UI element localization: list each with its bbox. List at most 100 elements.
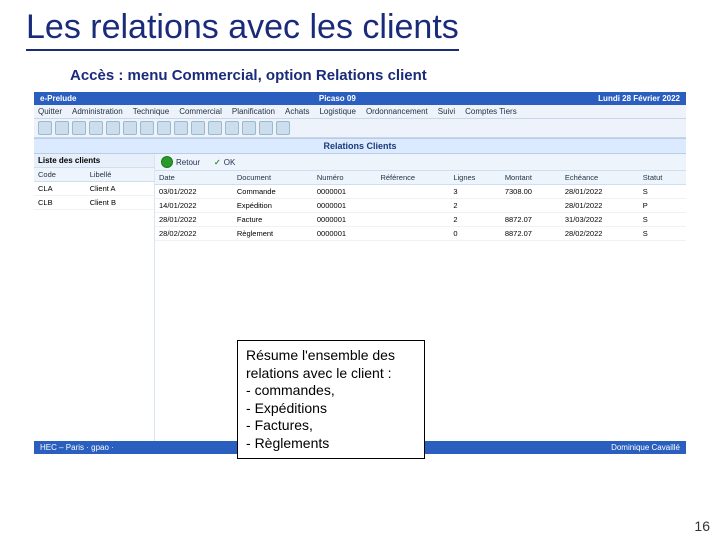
toolbar-icon[interactable] [106, 121, 120, 135]
cell: 28/02/2022 [561, 227, 639, 241]
cell: 2 [449, 199, 500, 213]
footer-left: HEC – Paris · gpao · [40, 443, 114, 452]
toolbar-icon[interactable] [55, 121, 69, 135]
toolbar-icon[interactable] [140, 121, 154, 135]
retour-button[interactable]: Retour [161, 156, 200, 168]
slide-title: Les relations avec les clients [26, 8, 459, 51]
toolbar-icon[interactable] [276, 121, 290, 135]
cell: 03/01/2022 [155, 185, 233, 199]
left-pane-title: Liste des clients [34, 154, 154, 168]
left-pane: Liste des clients Code Libellé CLA Clien… [34, 154, 155, 441]
cell: S [639, 185, 686, 199]
cell: Client B [86, 196, 154, 210]
app-date: Lundi 28 Février 2022 [598, 94, 680, 103]
table-row[interactable]: 28/01/2022 Facture 0000001 2 8872.07 31/… [155, 213, 686, 227]
relations-table: Date Document Numéro Référence Lignes Mo… [155, 171, 686, 241]
back-icon [161, 156, 173, 168]
col-header[interactable]: Statut [639, 171, 686, 185]
cell: 28/02/2022 [155, 227, 233, 241]
cell: 7308.00 [501, 185, 561, 199]
callout-bullet: - commandes, [246, 382, 416, 400]
menu-item[interactable]: Achats [285, 107, 309, 116]
cell: 28/01/2022 [561, 199, 639, 213]
table-row[interactable]: CLA Client A [34, 182, 154, 196]
cell: 8872.07 [501, 227, 561, 241]
toolbar-icon[interactable] [242, 121, 256, 135]
cell [501, 199, 561, 213]
toolbar-icon[interactable] [225, 121, 239, 135]
menu-item[interactable]: Planification [232, 107, 275, 116]
cell [376, 227, 449, 241]
app-brand: e-Prelude [40, 94, 76, 103]
callout-intro: Résume l'ensemble des relations avec le … [246, 347, 416, 382]
col-header[interactable]: Echéance [561, 171, 639, 185]
menu-item[interactable]: Comptes Tiers [465, 107, 517, 116]
cell: 8872.07 [501, 213, 561, 227]
toolbar-icon[interactable] [38, 121, 52, 135]
cell: Expédition [233, 199, 313, 213]
toolbar-icon[interactable] [174, 121, 188, 135]
table-row[interactable]: 03/01/2022 Commande 0000001 3 7308.00 28… [155, 185, 686, 199]
toolbar [34, 119, 686, 138]
cell: 3 [449, 185, 500, 199]
page-number: 16 [694, 518, 710, 534]
col-header[interactable]: Date [155, 171, 233, 185]
cell: Commande [233, 185, 313, 199]
col-header[interactable]: Code [34, 168, 86, 182]
callout-bullet: - Expéditions [246, 400, 416, 418]
cell [376, 185, 449, 199]
cell: 2 [449, 213, 500, 227]
callout-box: Résume l'ensemble des relations avec le … [237, 340, 425, 459]
ok-button[interactable]: ✓ OK [214, 158, 235, 167]
section-title: Relations Clients [34, 138, 686, 154]
cell: Facture [233, 213, 313, 227]
col-header[interactable]: Document [233, 171, 313, 185]
menu-item[interactable]: Quitter [38, 107, 62, 116]
col-header[interactable]: Libellé [86, 168, 154, 182]
col-header[interactable]: Référence [376, 171, 449, 185]
menu-item[interactable]: Commercial [179, 107, 222, 116]
cell: Règlement [233, 227, 313, 241]
cell: 28/01/2022 [155, 213, 233, 227]
table-row[interactable]: 28/02/2022 Règlement 0000001 0 8872.07 2… [155, 227, 686, 241]
toolbar-icon[interactable] [157, 121, 171, 135]
table-row[interactable]: CLB Client B [34, 196, 154, 210]
col-header[interactable]: Numéro [313, 171, 377, 185]
slide-subtitle: Accès : menu Commercial, option Relation… [70, 67, 720, 84]
cell: P [639, 199, 686, 213]
cell: Client A [86, 182, 154, 196]
toolbar-icon[interactable] [208, 121, 222, 135]
menu-item[interactable]: Technique [133, 107, 169, 116]
cell: S [639, 213, 686, 227]
toolbar-icon[interactable] [123, 121, 137, 135]
table-row[interactable]: 14/01/2022 Expédition 0000001 2 28/01/20… [155, 199, 686, 213]
toolbar-icon[interactable] [89, 121, 103, 135]
cell: 0000001 [313, 227, 377, 241]
clients-table: Code Libellé CLA Client A CLB Client B [34, 168, 154, 210]
cell: 0 [449, 227, 500, 241]
ok-label: OK [224, 158, 236, 167]
col-header[interactable]: Lignes [449, 171, 500, 185]
menu-item[interactable]: Ordonnancement [366, 107, 428, 116]
toolbar-icon[interactable] [259, 121, 273, 135]
menu-item[interactable]: Logistique [319, 107, 355, 116]
app-db: Picaso 09 [319, 94, 356, 103]
cell: 0000001 [313, 213, 377, 227]
callout-bullet: - Factures, [246, 417, 416, 435]
menu-item[interactable]: Administration [72, 107, 123, 116]
cell: S [639, 227, 686, 241]
cell: 0000001 [313, 199, 377, 213]
cell: 31/03/2022 [561, 213, 639, 227]
col-header[interactable]: Montant [501, 171, 561, 185]
cell [376, 213, 449, 227]
app-menu: Quitter Administration Technique Commerc… [34, 105, 686, 119]
callout-bullet: - Règlements [246, 435, 416, 453]
cell: 14/01/2022 [155, 199, 233, 213]
app-header: e-Prelude Picaso 09 Lundi 28 Février 202… [34, 92, 686, 105]
toolbar-icon[interactable] [72, 121, 86, 135]
toolbar-icon[interactable] [191, 121, 205, 135]
cell [376, 199, 449, 213]
cell: 0000001 [313, 185, 377, 199]
menu-item[interactable]: Suivi [438, 107, 455, 116]
retour-label: Retour [176, 158, 200, 167]
